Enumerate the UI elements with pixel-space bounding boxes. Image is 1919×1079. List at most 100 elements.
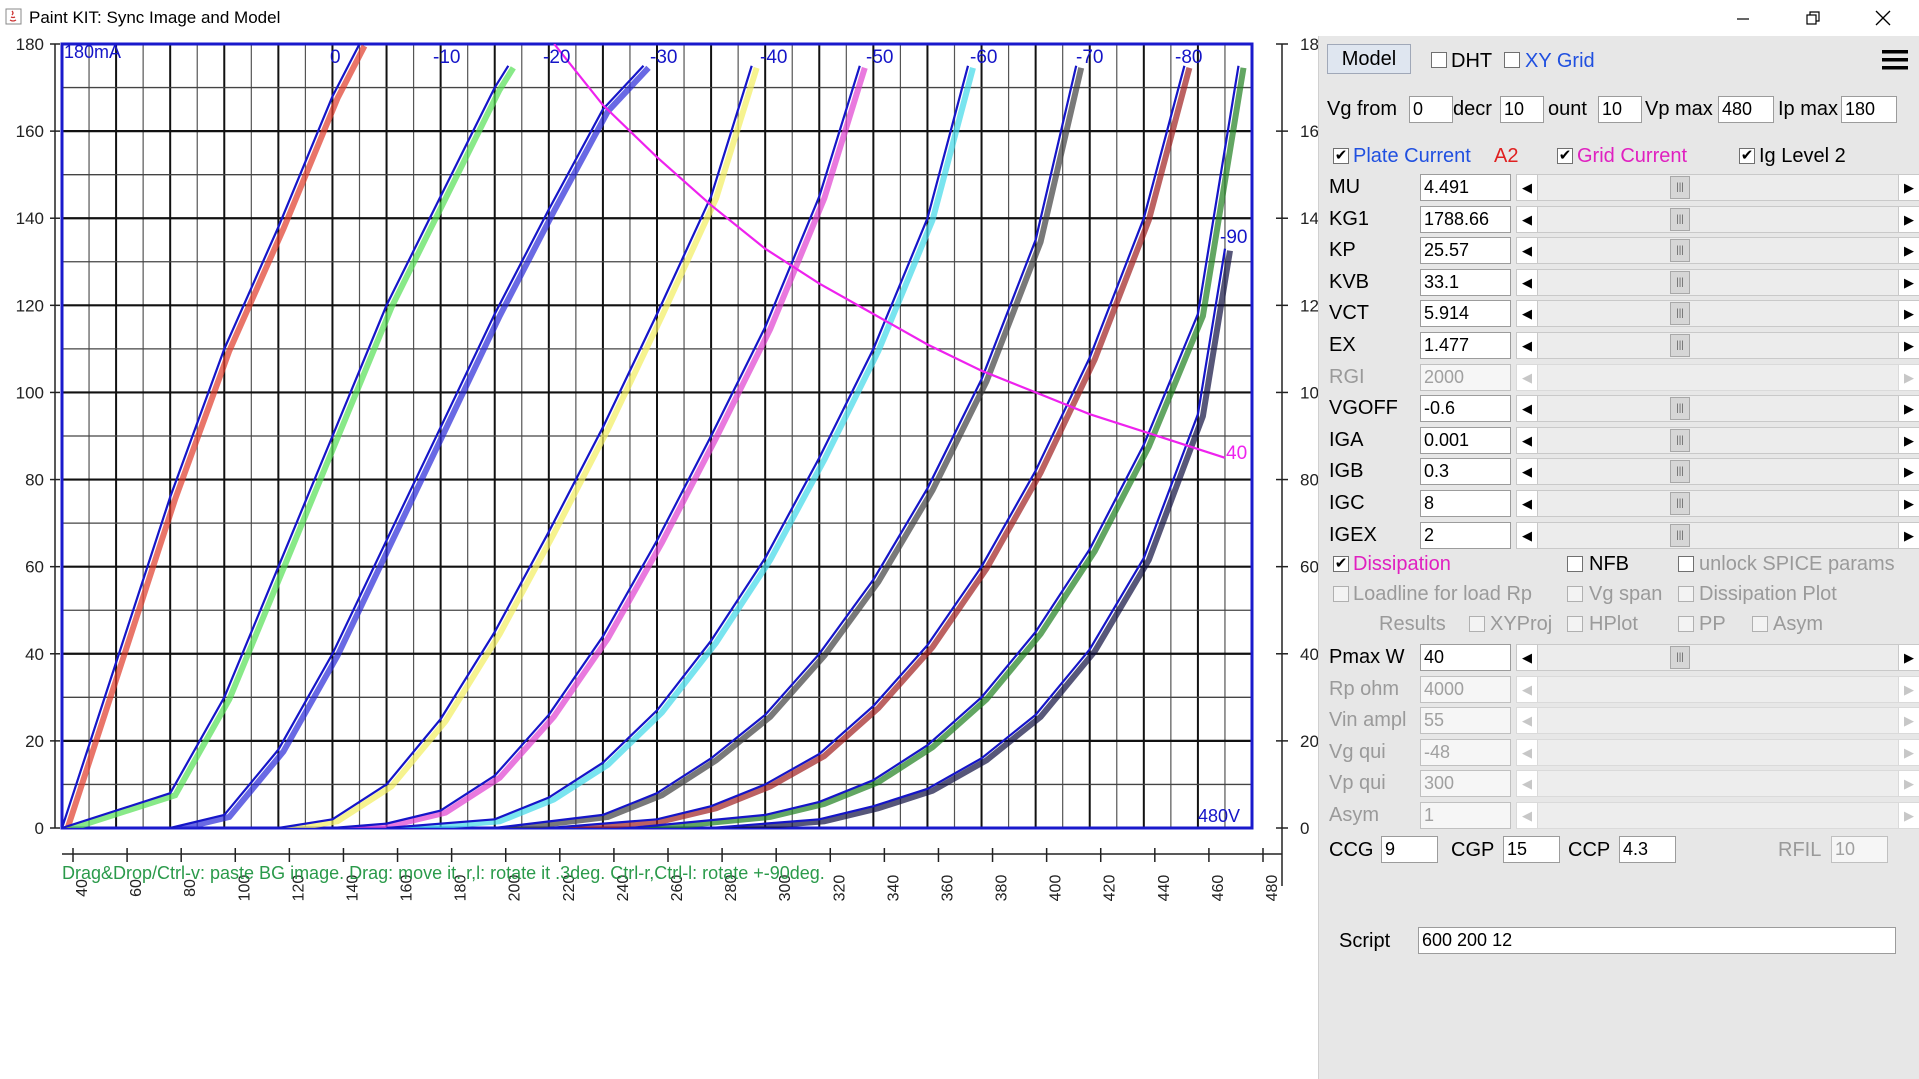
slider-track[interactable]: ||| (1538, 237, 1898, 265)
param-slider-iga[interactable]: ◀ ||| ▶ (1516, 426, 1919, 454)
plot-canvas[interactable]: 180 160 140 120 100 80 60 40 20 0 18 16 14 12 10 80 60 40… (0, 36, 1318, 1079)
scroll-right-icon[interactable]: ▶ (1898, 237, 1919, 265)
slider-track[interactable]: ||| (1538, 205, 1898, 233)
vg-from-field[interactable]: 0 (1409, 96, 1453, 123)
script-input[interactable]: 600 200 12 (1418, 927, 1896, 954)
param-slider-mu[interactable]: ◀ ||| ▶ (1516, 174, 1919, 201)
tube-curve-plot[interactable]: 180 160 140 120 100 80 60 40 20 0 18 16 14 12 10 80 60 40… (0, 36, 1318, 1079)
param-field-vgoff[interactable]: -0.6 (1420, 395, 1511, 423)
param-field-vg-qui[interactable]: -48 (1420, 738, 1511, 766)
param-field-kg1[interactable]: 1788.66 (1420, 205, 1511, 233)
param-field-vin-ampl[interactable]: 55 (1420, 707, 1511, 735)
param-field-igc[interactable]: 8 (1420, 490, 1511, 517)
param-field-rp-ohm[interactable]: 4000 (1420, 675, 1511, 703)
scroll-left-icon[interactable]: ◀ (1516, 300, 1538, 328)
param-slider-kvb[interactable]: ◀ ||| ▶ (1516, 268, 1919, 296)
scroll-left-icon[interactable]: ◀ (1516, 395, 1538, 423)
scroll-left-icon[interactable]: ◀ (1516, 268, 1538, 296)
scroll-left-icon[interactable]: ◀ (1516, 237, 1538, 265)
param-slider-ex[interactable]: ◀ ||| ▶ (1516, 332, 1919, 359)
hplot-checkbox[interactable] (1567, 616, 1583, 632)
slider-track[interactable]: ||| (1538, 644, 1898, 671)
scroll-right-icon[interactable]: ▶ (1898, 521, 1919, 549)
param-slider-rgi[interactable]: ◀ ▶ (1516, 363, 1919, 391)
scroll-right-icon[interactable]: ▶ (1898, 707, 1919, 735)
scroll-left-icon[interactable]: ◀ (1516, 738, 1538, 766)
xyproj-checkbox[interactable] (1469, 616, 1485, 632)
param-slider-vp-qui[interactable]: ◀ ▶ (1516, 770, 1919, 798)
slider-track[interactable]: ||| (1538, 426, 1898, 454)
param-field-ex[interactable]: 1.477 (1420, 332, 1511, 359)
scroll-right-icon[interactable]: ▶ (1898, 268, 1919, 296)
param-field-mu[interactable]: 4.491 (1420, 174, 1511, 201)
slider-track[interactable]: ||| (1538, 521, 1898, 549)
ccp-field[interactable]: 4.3 (1619, 836, 1676, 863)
dissipation-curve[interactable] (553, 44, 1226, 459)
ig-level-checkbox[interactable]: ✔ (1739, 148, 1755, 164)
restore-button[interactable] (1778, 0, 1848, 36)
scroll-right-icon[interactable]: ▶ (1898, 802, 1919, 829)
loadline-checkbox[interactable] (1333, 586, 1349, 602)
scroll-left-icon[interactable]: ◀ (1516, 644, 1538, 671)
param-slider-asym[interactable]: ◀ ▶ (1516, 802, 1919, 829)
scroll-right-icon[interactable]: ▶ (1898, 395, 1919, 423)
scroll-right-icon[interactable]: ▶ (1898, 363, 1919, 391)
param-slider-vin-ampl[interactable]: ◀ ▶ (1516, 707, 1919, 735)
dissipation-checkbox[interactable]: ✔ (1333, 556, 1349, 572)
slider-track[interactable]: ||| (1538, 174, 1898, 201)
slider-track[interactable]: ||| (1538, 458, 1898, 486)
slider-track[interactable]: ||| (1538, 332, 1898, 359)
param-slider-pmax-w[interactable]: ◀ ||| ▶ (1516, 644, 1919, 671)
scroll-right-icon[interactable]: ▶ (1898, 458, 1919, 486)
minimize-button[interactable] (1708, 0, 1778, 36)
slider-thumb[interactable]: ||| (1670, 176, 1690, 199)
count-field[interactable]: 10 (1598, 96, 1642, 123)
param-field-asym[interactable]: 1 (1420, 802, 1511, 829)
scroll-left-icon[interactable]: ◀ (1516, 675, 1538, 703)
scroll-left-icon[interactable]: ◀ (1516, 521, 1538, 549)
slider-thumb[interactable]: ||| (1670, 428, 1690, 452)
slider-track[interactable]: ||| (1538, 395, 1898, 423)
slider-thumb[interactable]: ||| (1670, 207, 1690, 231)
scroll-right-icon[interactable]: ▶ (1898, 300, 1919, 328)
slider-track[interactable] (1538, 802, 1898, 829)
scroll-right-icon[interactable]: ▶ (1898, 174, 1919, 201)
scroll-left-icon[interactable]: ◀ (1516, 174, 1538, 201)
decr-field[interactable]: 10 (1500, 96, 1544, 123)
scroll-left-icon[interactable]: ◀ (1516, 770, 1538, 798)
scroll-right-icon[interactable]: ▶ (1898, 738, 1919, 766)
slider-track[interactable]: ||| (1538, 268, 1898, 296)
param-field-kvb[interactable]: 33.1 (1420, 268, 1511, 296)
param-field-igex[interactable]: 2 (1420, 521, 1511, 549)
slider-track[interactable] (1538, 770, 1898, 798)
vp-max-field[interactable]: 480 (1718, 96, 1774, 123)
unlock-spice-checkbox[interactable] (1678, 556, 1694, 572)
scroll-right-icon[interactable]: ▶ (1898, 490, 1919, 517)
asym-checkbox[interactable] (1752, 616, 1768, 632)
scroll-left-icon[interactable]: ◀ (1516, 802, 1538, 829)
model-button[interactable]: Model (1327, 44, 1411, 74)
slider-track[interactable] (1538, 363, 1898, 391)
dht-checkbox[interactable] (1431, 52, 1447, 68)
model-plate-curve[interactable] (278, 65, 753, 828)
param-slider-vg-qui[interactable]: ◀ ▶ (1516, 738, 1919, 766)
param-field-vct[interactable]: 5.914 (1420, 300, 1511, 328)
param-slider-igb[interactable]: ◀ ||| ▶ (1516, 458, 1919, 486)
param-field-vp-qui[interactable]: 300 (1420, 770, 1511, 798)
cgp-field[interactable]: 15 (1503, 836, 1560, 863)
scroll-right-icon[interactable]: ▶ (1898, 644, 1919, 671)
param-field-kp[interactable]: 25.57 (1420, 237, 1511, 265)
slider-thumb[interactable]: ||| (1670, 239, 1690, 263)
rfil-field[interactable]: 10 (1831, 836, 1888, 863)
slider-thumb[interactable]: ||| (1670, 523, 1690, 547)
param-field-igb[interactable]: 0.3 (1420, 458, 1511, 486)
param-slider-kp[interactable]: ◀ ||| ▶ (1516, 237, 1919, 265)
slider-thumb[interactable]: ||| (1670, 460, 1690, 484)
nfb-checkbox[interactable] (1567, 556, 1583, 572)
xy-grid-checkbox[interactable] (1504, 52, 1520, 68)
param-field-iga[interactable]: 0.001 (1420, 426, 1511, 454)
hamburger-menu-icon[interactable] (1878, 45, 1912, 75)
scroll-left-icon[interactable]: ◀ (1516, 426, 1538, 454)
slider-thumb[interactable]: ||| (1670, 270, 1690, 294)
slider-thumb[interactable]: ||| (1670, 334, 1690, 357)
